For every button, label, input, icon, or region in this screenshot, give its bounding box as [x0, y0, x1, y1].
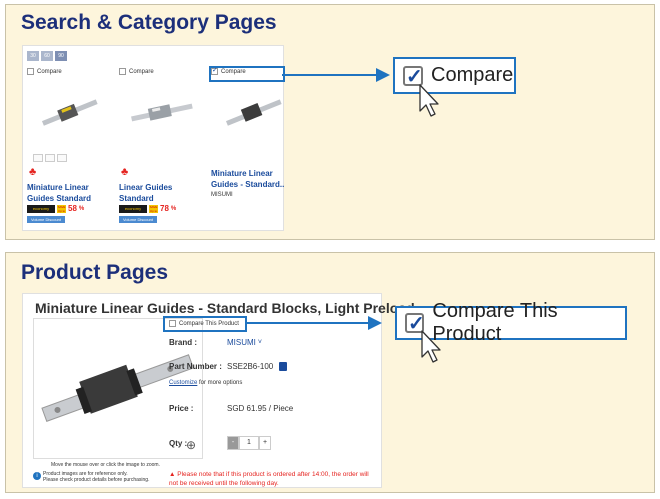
view-30-button[interactable]: 30 [27, 51, 39, 61]
brand-logo-icon: ♣ [29, 166, 37, 178]
discount-unit: % [78, 205, 85, 212]
checkbox-icon[interactable] [27, 68, 34, 75]
brand-link[interactable]: MISUMI [227, 338, 256, 347]
quantity-input[interactable]: 1 [239, 436, 259, 450]
quantity-decrease-button[interactable]: - [227, 436, 239, 450]
part-number-row: Part Number : SSE2B6-100 [169, 362, 288, 371]
connector-line [282, 74, 376, 76]
customize-text: for more options [197, 380, 243, 386]
cursor-icon [419, 84, 439, 117]
view-60-button[interactable]: 60 [41, 51, 53, 61]
product-name-link[interactable]: Miniature Linear Guides - Standard.. [211, 168, 301, 190]
discount-percent: 78 [160, 204, 169, 213]
compare-label: Compare [129, 68, 154, 75]
economy-logo: economy [119, 204, 147, 213]
save-upto-label: Up to [149, 208, 158, 213]
compare-highlight [163, 316, 247, 332]
compare-label: Compare [37, 68, 62, 75]
section-title: Search & Category Pages [21, 11, 277, 34]
product-image[interactable] [127, 88, 197, 138]
product-card[interactable]: Compare Miniature Linear Guides - Standa… [211, 66, 297, 228]
chevron-down-icon[interactable]: ˅ [258, 339, 262, 346]
price-label: Price : [169, 404, 194, 413]
arrow-icon [368, 316, 382, 330]
info-icon: i [33, 472, 41, 480]
search-results-grid: 30 60 90 Compare ♣ Miniature Linear Guid… [22, 45, 285, 231]
brand-logo-icon: ♣ [121, 166, 129, 178]
discount-unit: % [170, 205, 177, 212]
brand-row: Brand : MISUMI ˅ [169, 338, 262, 347]
customize-link[interactable]: Customize [169, 380, 197, 386]
view-count-toggle: 30 60 90 [27, 51, 67, 61]
quantity-stepper[interactable]: - 1 + [227, 436, 271, 450]
checkbox-icon[interactable] [119, 68, 126, 75]
search-category-panel: Search & Category Pages 30 60 90 Compare… [5, 4, 655, 240]
callout-label: Compare This Product [432, 300, 558, 345]
quantity-increase-button[interactable]: + [259, 436, 271, 450]
product-image[interactable] [219, 88, 289, 138]
reference-note-line2: Please check product details before purc… [43, 477, 150, 483]
reference-note: Product images are for reference only. P… [43, 471, 149, 483]
compare-callout: Compare [393, 57, 516, 94]
copy-icon[interactable] [279, 362, 288, 371]
product-card[interactable]: Compare ♣ Linear Guides Standard economy… [119, 68, 205, 228]
compare-checkbox[interactable]: Compare [27, 68, 62, 75]
zoom-note: Move the mouse over or click the image t… [51, 462, 160, 468]
cursor-icon [421, 330, 441, 363]
product-name-link[interactable]: Linear Guides Standard [119, 182, 209, 204]
section-title: Product Pages [21, 261, 169, 284]
product-title: Miniature Linear Guides - Standard Block… [35, 300, 415, 316]
maker-name: MISUMI [211, 192, 233, 198]
economy-badge: economy SAVE Up to 58% [27, 204, 84, 213]
discount-percent: 58 [68, 204, 77, 213]
save-badge: SAVE Up to [57, 204, 66, 213]
quantity-row: Qty : - 1 + [169, 436, 271, 450]
quantity-label: Qty : [169, 438, 188, 448]
price-row: Price : SGD 61.95 / Piece [169, 404, 293, 413]
customize-row: Customize for more options [169, 380, 242, 386]
volume-discount-button[interactable]: Volume Discount [119, 216, 157, 223]
volume-discount-button[interactable]: Volume Discount [27, 216, 65, 223]
connector-line [246, 322, 370, 324]
arrow-icon [376, 68, 390, 82]
economy-badge: economy SAVE Up to 78% [119, 204, 176, 213]
economy-logo: economy [27, 204, 55, 213]
compare-checkbox[interactable]: Compare [119, 68, 154, 75]
part-number-label: Part Number : [169, 362, 222, 371]
order-warning: ▲ Please note that if this product is or… [169, 470, 369, 488]
image-thumbnails[interactable] [33, 154, 67, 162]
view-90-button[interactable]: 90 [55, 51, 67, 61]
product-image[interactable] [35, 88, 105, 138]
product-name-link[interactable]: Miniature Linear Guides Standard [27, 182, 117, 204]
save-badge: SAVE Up to [149, 204, 158, 213]
brand-label: Brand : [169, 338, 197, 347]
warning-icon: ▲ [169, 471, 178, 478]
save-upto-label: Up to [57, 208, 66, 213]
warning-text: Please note that if this product is orde… [169, 471, 369, 487]
product-card[interactable]: Compare ♣ Miniature Linear Guides Standa… [27, 68, 113, 228]
compare-highlight [209, 66, 285, 82]
part-number-value: SSE2B6-100 [227, 362, 274, 371]
price-value: SGD 61.95 / Piece [227, 404, 294, 413]
product-page-panel: Product Pages Miniature Linear Guides - … [5, 252, 655, 493]
